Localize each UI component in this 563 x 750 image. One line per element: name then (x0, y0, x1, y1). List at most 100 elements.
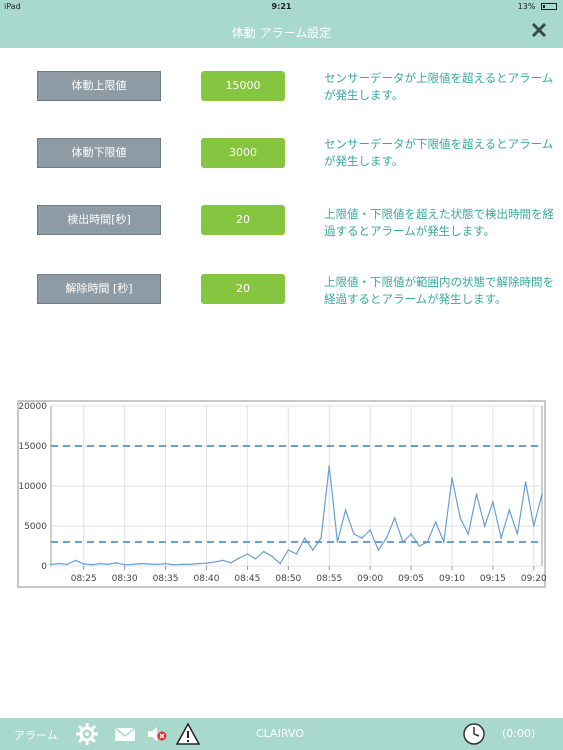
data-point (312, 549, 314, 551)
data-point (434, 521, 437, 523)
x-tick-label: 08:40 (194, 574, 220, 584)
data-point (50, 563, 52, 566)
upper-limit-label-button[interactable]: 体動上限値 (37, 71, 161, 101)
data-point (82, 563, 85, 565)
data-point (336, 541, 339, 543)
bottom-toolbar: アラーム CLAIRVO (0:00) (0, 718, 563, 750)
status-time: 9:21 (271, 2, 292, 11)
data-point (303, 537, 306, 539)
data-point (271, 555, 273, 558)
y-tick-label: 10000 (18, 482, 47, 492)
data-point (74, 559, 77, 562)
release-time-description: 上限値・下限値が範囲内の状態で解除時間を経過するとアラームが発生します。 (324, 275, 554, 306)
lower-limit-label-button[interactable]: 体動下限値 (37, 138, 161, 168)
alarm-settings-screen: iPad 9:21 13% 体動 アラーム設定 体動上限値 15000 センサー… (0, 0, 563, 750)
data-point (140, 562, 142, 565)
data-point (500, 537, 502, 539)
header-bar: 体動 アラーム設定 (0, 14, 563, 48)
data-point (172, 564, 175, 566)
data-point (123, 564, 126, 566)
data-point (189, 563, 191, 566)
data-point (213, 561, 216, 563)
data-point (361, 537, 363, 539)
close-icon-graphic (531, 22, 547, 38)
data-point (197, 562, 200, 565)
data-point (393, 517, 396, 519)
y-tick-label: 5000 (24, 522, 47, 532)
x-tick-label: 09:00 (357, 574, 383, 584)
data-point (262, 550, 265, 553)
battery-percent: 13% (517, 2, 536, 11)
data-point (402, 541, 404, 543)
x-tick-label: 08:30 (112, 574, 138, 584)
data-point (418, 545, 421, 547)
data-point (58, 562, 60, 565)
data-point (508, 509, 511, 511)
x-tick-label: 08:50 (275, 574, 301, 584)
motion-chart-svg: 0 5000 10000 15000 20000 08:25 08:30 08:35 08:40… (17, 400, 546, 588)
data-point (230, 562, 232, 564)
data-point (369, 529, 371, 531)
detection-time-value-button[interactable]: 20 (201, 205, 285, 235)
battery-indicator: 13% (518, 2, 557, 11)
data-point (254, 558, 257, 560)
data-point (115, 562, 118, 564)
data-point (279, 562, 281, 565)
data-point (443, 541, 445, 543)
data-point (238, 557, 241, 559)
data-point (451, 477, 453, 479)
close-icon[interactable] (529, 20, 549, 40)
data-point (287, 549, 290, 551)
data-point (524, 481, 527, 483)
y-tick-label: 0 (41, 562, 47, 572)
y-tick-label: 20000 (18, 402, 47, 412)
data-point (99, 562, 101, 565)
data-point (467, 533, 470, 535)
x-tick-label: 08:55 (316, 574, 342, 584)
x-tick-label: 09:05 (398, 574, 424, 584)
data-point (533, 525, 535, 527)
lower-limit-description: センサーデータが下限値を超えるとアラームが発生します。 (324, 137, 554, 168)
data-point (181, 563, 183, 566)
data-point (91, 564, 93, 566)
data-point (148, 563, 150, 565)
upper-limit-value-button[interactable]: 15000 (201, 71, 285, 101)
clock-icon[interactable] (462, 722, 486, 746)
data-point (205, 562, 208, 564)
speaker-muted-icon[interactable] (145, 722, 169, 746)
alarm-label[interactable]: アラーム (14, 727, 58, 743)
data-point (410, 533, 412, 535)
data-point (222, 559, 224, 562)
x-tick-label: 08:25 (71, 574, 97, 584)
data-point (320, 537, 322, 539)
detection-time-label-button[interactable]: 検出時間[秒] (37, 205, 161, 235)
mail-icon[interactable] (113, 722, 137, 746)
data-point (328, 465, 331, 467)
warning-icon[interactable] (175, 722, 201, 746)
x-tick-label: 09:10 (439, 574, 465, 584)
data-point (377, 549, 380, 551)
page-title: 体動 アラーム設定 (231, 26, 332, 40)
y-tick-label: 15000 (18, 442, 47, 452)
data-point (541, 493, 543, 495)
x-tick-label: 08:45 (234, 574, 260, 584)
x-tick-label: 09:20 (521, 574, 546, 584)
motion-chart: 0 5000 10000 15000 20000 08:25 08:30 08:35 08:40… (17, 400, 546, 588)
lower-limit-value-button[interactable]: 3000 (201, 138, 285, 168)
timer-text: (0:00) (502, 727, 536, 740)
upper-limit-description: センサーデータが上限値を超えるとアラームが発生します。 (324, 71, 554, 102)
data-point (164, 562, 167, 565)
detection-time-description: 上限値・下限値を超えた状態で検出時間を経過するとアラームが発生します。 (324, 207, 554, 238)
data-point (475, 493, 478, 495)
release-time-label-button[interactable]: 解除時間 [秒] (37, 274, 161, 304)
data-point (352, 533, 355, 535)
x-tick-label: 09:15 (480, 574, 506, 584)
gear-icon[interactable] (75, 722, 99, 746)
release-time-value-button[interactable]: 20 (201, 274, 285, 304)
data-point (156, 563, 159, 566)
data-point (295, 553, 298, 555)
app-name: CLAIRVO (256, 727, 304, 740)
data-point (66, 563, 69, 566)
battery-icon (541, 3, 557, 10)
data-point (516, 533, 519, 535)
